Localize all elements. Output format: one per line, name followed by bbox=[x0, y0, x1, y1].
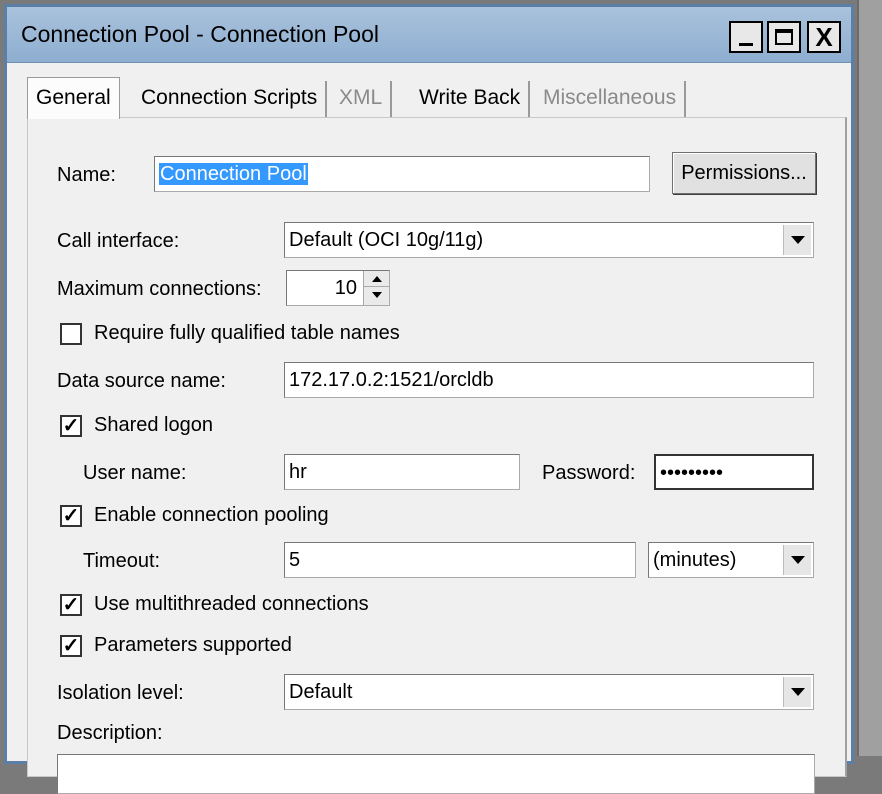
chevron-down-icon[interactable] bbox=[783, 677, 811, 707]
isolation-value: Default bbox=[289, 681, 353, 703]
timeout-unit-select[interactable]: (minutes) bbox=[648, 542, 814, 578]
call-interface-select[interactable]: Default (OCI 10g/11g) bbox=[284, 222, 814, 258]
name-label: Name: bbox=[57, 164, 116, 186]
description-input[interactable] bbox=[57, 754, 815, 794]
background-window-edge bbox=[857, 0, 882, 756]
user-name-input[interactable]: hr bbox=[284, 454, 520, 490]
isolation-label: Isolation level: bbox=[57, 682, 184, 704]
tab-miscellaneous: Miscellaneous bbox=[535, 81, 687, 117]
tab-general[interactable]: General bbox=[27, 77, 120, 119]
enable-pooling-checkbox[interactable]: ✓ bbox=[60, 505, 82, 527]
max-connections-value: 10 bbox=[334, 277, 357, 299]
description-label: Description: bbox=[57, 722, 163, 744]
tab-strip: General Connection Scripts XML Write Bac… bbox=[27, 77, 847, 119]
call-interface-label: Call interface: bbox=[57, 230, 180, 252]
dsn-label: Data source name: bbox=[57, 370, 226, 392]
tab-xml: XML bbox=[331, 81, 393, 117]
user-name-value: hr bbox=[289, 461, 307, 483]
general-tab-panel: Name: Connection Pool Permissions... Cal… bbox=[27, 117, 847, 794]
minimize-button[interactable] bbox=[729, 21, 763, 53]
password-value: ••••••••• bbox=[660, 462, 724, 484]
isolation-select[interactable]: Default bbox=[284, 674, 814, 710]
maximize-button[interactable] bbox=[767, 21, 801, 53]
enable-pooling-label: Enable connection pooling bbox=[94, 504, 329, 526]
permissions-button[interactable]: Permissions... bbox=[672, 152, 816, 194]
chevron-down-icon[interactable] bbox=[783, 225, 811, 255]
multithreaded-checkbox[interactable]: ✓ bbox=[60, 594, 82, 616]
params-supported-checkbox[interactable]: ✓ bbox=[60, 635, 82, 657]
name-input[interactable]: Connection Pool bbox=[154, 156, 650, 192]
user-name-label: User name: bbox=[83, 462, 187, 484]
max-connections-stepper[interactable]: 10 bbox=[286, 270, 390, 306]
shared-logon-checkbox[interactable]: ✓ bbox=[60, 415, 82, 437]
spin-buttons[interactable] bbox=[363, 271, 389, 305]
dsn-input[interactable]: 172.17.0.2:1521/orcldb bbox=[284, 362, 814, 398]
timeout-input[interactable]: 5 bbox=[284, 542, 636, 578]
close-icon: X bbox=[815, 22, 833, 52]
minimize-icon bbox=[739, 42, 753, 46]
timeout-label: Timeout: bbox=[83, 550, 161, 572]
spin-down-icon[interactable] bbox=[364, 287, 389, 303]
spin-up-icon[interactable] bbox=[364, 271, 389, 287]
name-value: Connection Pool bbox=[159, 163, 308, 185]
require-fq-checkbox[interactable] bbox=[60, 323, 82, 345]
tab-connection-scripts[interactable]: Connection Scripts bbox=[133, 81, 328, 117]
password-input[interactable]: ••••••••• bbox=[654, 454, 814, 490]
require-fq-label: Require fully qualified table names bbox=[94, 322, 400, 344]
tab-write-back[interactable]: Write Back bbox=[411, 81, 531, 117]
timeout-unit-value: (minutes) bbox=[653, 549, 737, 571]
maximize-icon bbox=[775, 29, 793, 45]
password-label: Password: bbox=[542, 462, 636, 484]
window-title: Connection Pool - Connection Pool bbox=[21, 21, 380, 47]
close-button[interactable]: X bbox=[807, 21, 841, 53]
multithreaded-label: Use multithreaded connections bbox=[94, 593, 369, 615]
max-connections-label: Maximum connections: bbox=[57, 278, 262, 300]
params-supported-label: Parameters supported bbox=[94, 634, 292, 656]
connection-pool-dialog: Connection Pool - Connection Pool X Gene… bbox=[4, 4, 854, 794]
dsn-value: 172.17.0.2:1521/orcldb bbox=[289, 369, 494, 391]
chevron-down-icon[interactable] bbox=[783, 545, 811, 575]
timeout-value: 5 bbox=[289, 549, 301, 571]
title-bar[interactable]: Connection Pool - Connection Pool X bbox=[7, 7, 851, 63]
call-interface-value: Default (OCI 10g/11g) bbox=[289, 229, 484, 251]
shared-logon-label: Shared logon bbox=[94, 414, 213, 436]
